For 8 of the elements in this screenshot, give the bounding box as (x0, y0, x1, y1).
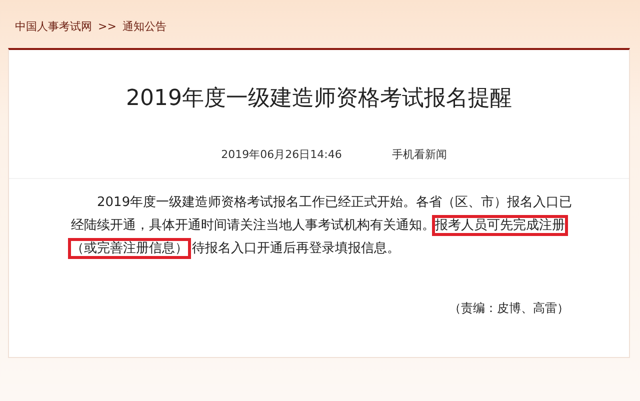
breadcrumb-link[interactable]: 中国人事考试网 (15, 18, 92, 34)
mobile-news-link[interactable]: 手机看新闻 (392, 147, 447, 162)
editor-credit: （责编：皮博、高雷） (449, 300, 569, 317)
article-paragraph: 2019年度一级建造师资格考试报名工作已经正式开始。各省（区、市）报名入口已经陆续开通，具体开通时间请关注当地人事考试机构有关通知。报考人员可先完成注册 （或完善注册信息） 待报名入口开通后再登录填报信息。 (71, 191, 574, 260)
publish-date: 2019年06月26日14:46 (221, 147, 342, 162)
breadcrumb-link[interactable]: 通知公告 (122, 18, 166, 34)
breadcrumb-separator: >> (98, 20, 116, 32)
article-title: 2019年度一级建造师资格考试报名提醒 (125, 85, 513, 113)
